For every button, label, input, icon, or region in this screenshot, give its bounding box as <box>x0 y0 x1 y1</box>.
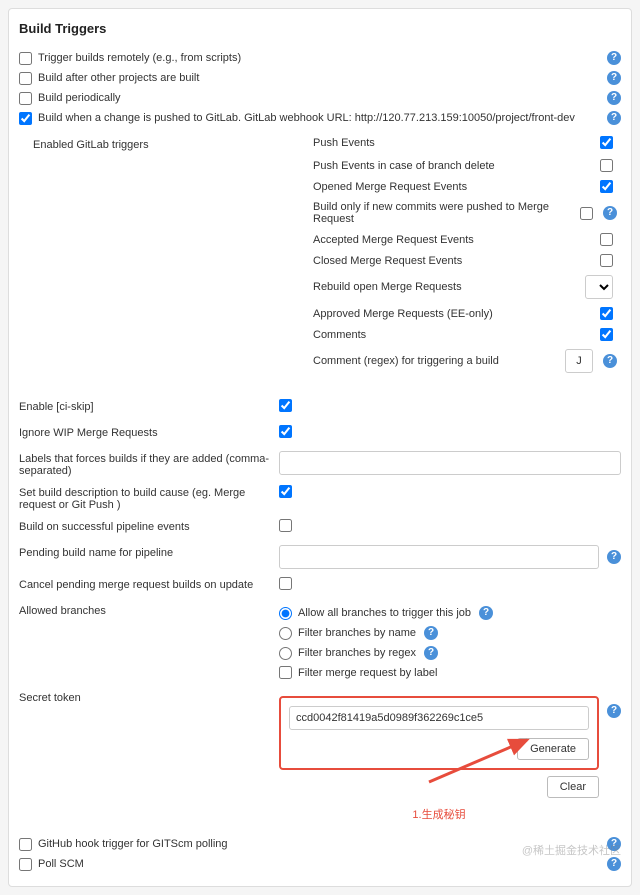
success-pipeline-checkbox[interactable] <box>279 519 292 532</box>
filter-regex-label: Filter branches by regex <box>298 647 416 659</box>
success-pipeline-label: Build on successful pipeline events <box>19 519 279 533</box>
allow-all-label: Allow all branches to trigger this job <box>298 607 471 619</box>
filter-label-checkbox[interactable] <box>279 666 292 679</box>
section-title: Build Triggers <box>19 21 621 36</box>
allowed-branches-label: Allowed branches <box>19 603 279 617</box>
clear-button[interactable]: Clear <box>547 776 599 798</box>
approved-mr-checkbox[interactable] <box>600 307 613 320</box>
poll-scm-checkbox[interactable] <box>19 858 32 871</box>
secret-token-input[interactable] <box>289 706 589 730</box>
labels-label: Labels that forces builds if they are ad… <box>19 451 279 477</box>
github-hook-row: GitHub hook trigger for GITScm polling ? <box>19 834 621 854</box>
filter-regex-radio[interactable] <box>279 647 292 660</box>
comment-regex-input[interactable] <box>565 349 593 373</box>
opened-mr-label: Opened Merge Request Events <box>313 181 467 193</box>
help-icon[interactable]: ? <box>607 51 621 65</box>
trigger-remote-label: Trigger builds remotely (e.g., from scri… <box>38 51 601 64</box>
trigger-gitlab-label: Build when a change is pushed to GitLab.… <box>38 111 601 124</box>
push-events-label: Push Events <box>313 137 375 149</box>
trigger-remote-checkbox[interactable] <box>19 52 32 65</box>
help-icon[interactable]: ? <box>607 857 621 871</box>
secret-token-highlight: Generate <box>279 696 599 770</box>
comment-regex-label: Comment (regex) for triggering a build <box>313 355 499 367</box>
trigger-after-other-checkbox[interactable] <box>19 72 32 85</box>
help-icon[interactable]: ? <box>607 704 621 718</box>
generate-button[interactable]: Generate <box>517 738 589 760</box>
comments-label: Comments <box>313 329 366 341</box>
help-icon[interactable]: ? <box>607 837 621 851</box>
ignore-wip-label: Ignore WIP Merge Requests <box>19 425 279 439</box>
gitlab-triggers-group: Enabled GitLab triggers Push Events Push… <box>19 132 621 377</box>
allow-all-radio[interactable] <box>279 607 292 620</box>
filter-name-label: Filter branches by name <box>298 627 416 639</box>
push-delete-label: Push Events in case of branch delete <box>313 160 495 172</box>
push-delete-checkbox[interactable] <box>600 159 613 172</box>
enabled-gitlab-label: Enabled GitLab triggers <box>33 136 313 151</box>
help-icon[interactable]: ? <box>607 71 621 85</box>
cancel-pending-label: Cancel pending merge request builds on u… <box>19 577 279 591</box>
trigger-after-other-label: Build after other projects are built <box>38 71 601 84</box>
help-icon[interactable]: ? <box>607 550 621 564</box>
push-events-checkbox[interactable] <box>600 136 613 149</box>
ci-skip-label: Enable [ci-skip] <box>19 399 279 413</box>
trigger-gitlab-row: Build when a change is pushed to GitLab.… <box>19 108 621 128</box>
closed-mr-label: Closed Merge Request Events <box>313 255 462 267</box>
pending-name-label: Pending build name for pipeline <box>19 545 279 559</box>
rebuild-open-label: Rebuild open Merge Requests <box>313 281 462 293</box>
labels-input[interactable] <box>279 451 621 475</box>
closed-mr-checkbox[interactable] <box>600 254 613 267</box>
ignore-wip-checkbox[interactable] <box>279 425 292 438</box>
help-icon[interactable]: ? <box>424 626 438 640</box>
build-only-new-label: Build only if new commits were pushed to… <box>313 201 580 225</box>
trigger-periodic-row: Build periodically ? <box>19 88 621 108</box>
cancel-pending-checkbox[interactable] <box>279 577 292 590</box>
ci-skip-checkbox[interactable] <box>279 399 292 412</box>
build-triggers-section: Build Triggers Trigger builds remotely (… <box>8 8 632 887</box>
help-icon[interactable]: ? <box>607 91 621 105</box>
annotation-text: 1.生成秘钥 <box>279 806 599 822</box>
opened-mr-checkbox[interactable] <box>600 180 613 193</box>
secret-token-label: Secret token <box>19 690 279 704</box>
accepted-mr-label: Accepted Merge Request Events <box>313 234 474 246</box>
trigger-after-other-row: Build after other projects are built ? <box>19 68 621 88</box>
help-icon[interactable]: ? <box>479 606 493 620</box>
help-icon[interactable]: ? <box>607 111 621 125</box>
filter-name-radio[interactable] <box>279 627 292 640</box>
filter-label-label: Filter merge request by label <box>298 667 437 679</box>
help-icon[interactable]: ? <box>603 354 617 368</box>
build-only-new-checkbox[interactable] <box>580 207 593 220</box>
trigger-remote-row: Trigger builds remotely (e.g., from scri… <box>19 48 621 68</box>
trigger-periodic-checkbox[interactable] <box>19 92 32 105</box>
trigger-periodic-label: Build periodically <box>38 91 601 104</box>
comments-checkbox[interactable] <box>600 328 613 341</box>
rebuild-open-select[interactable] <box>585 275 613 299</box>
trigger-gitlab-checkbox[interactable] <box>19 112 32 125</box>
github-hook-checkbox[interactable] <box>19 838 32 851</box>
poll-scm-row: Poll SCM ? <box>19 854 621 874</box>
poll-scm-label: Poll SCM <box>38 857 601 870</box>
accepted-mr-checkbox[interactable] <box>600 233 613 246</box>
approved-mr-label: Approved Merge Requests (EE-only) <box>313 308 493 320</box>
build-desc-label: Set build description to build cause (eg… <box>19 485 279 511</box>
build-desc-checkbox[interactable] <box>279 485 292 498</box>
help-icon[interactable]: ? <box>603 206 617 220</box>
help-icon[interactable]: ? <box>424 646 438 660</box>
github-hook-label: GitHub hook trigger for GITScm polling <box>38 837 601 850</box>
pending-name-input[interactable] <box>279 545 599 569</box>
